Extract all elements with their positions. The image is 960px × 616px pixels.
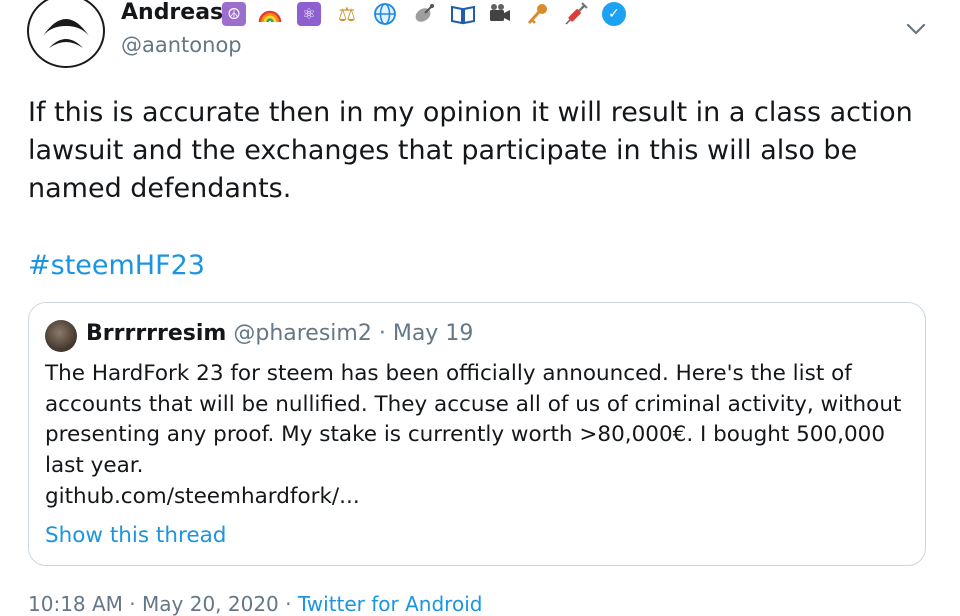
quoted-tweet-header: Brrrrrresim @pharesim2 · May 19 [86,321,473,346]
key-icon [526,2,550,26]
footer-separator-1: · [122,592,143,616]
quoted-author-handle: @pharesim2 [233,321,372,346]
syringe-icon [564,2,588,26]
peace-icon: ☮ [222,2,246,26]
quoted-meta-separator: · [371,321,393,346]
tweet-footer: 10:18 AM · May 20, 2020 · Twitter for An… [28,592,482,616]
quoted-author-avatar [45,320,77,352]
globe-icon [373,2,397,26]
more-options-chevron-icon[interactable] [902,14,930,42]
tweet-text: If this is accurate then in my opinion i… [28,97,913,204]
author-name[interactable]: Andreas [121,0,223,25]
rainbow-icon [258,2,282,26]
source-app-link[interactable]: Twitter for Android [298,592,483,616]
show-thread-link[interactable]: Show this thread [45,523,226,548]
book-icon [450,2,475,26]
avatar-logo-icon [43,19,89,48]
satellite-icon [412,2,436,26]
quoted-tweet-text: The HardFork 23 for steem has been offic… [45,361,902,478]
quoted-tweet-link[interactable]: github.com/steemhardfork/... [45,484,360,509]
scales-icon: ⚖ [338,2,356,26]
atom-icon: ⚛ [297,2,321,26]
quoted-author-name: Brrrrrresim [86,321,227,346]
hashtag-link[interactable]: #steemHF23 [28,250,205,281]
footer-separator-2: · [278,592,298,616]
tweet-time[interactable]: 10:18 AM [28,592,123,616]
tweet-date[interactable]: May 20, 2020 [142,592,279,616]
author-avatar[interactable] [27,0,105,68]
camera-icon [488,2,512,26]
verified-badge-icon: ✓ [602,2,626,26]
quoted-tweet-card[interactable]: Brrrrrresim @pharesim2 · May 19 The Hard… [28,302,926,566]
author-handle[interactable]: @aantonop [121,33,242,57]
quoted-tweet-date: May 19 [392,321,474,346]
